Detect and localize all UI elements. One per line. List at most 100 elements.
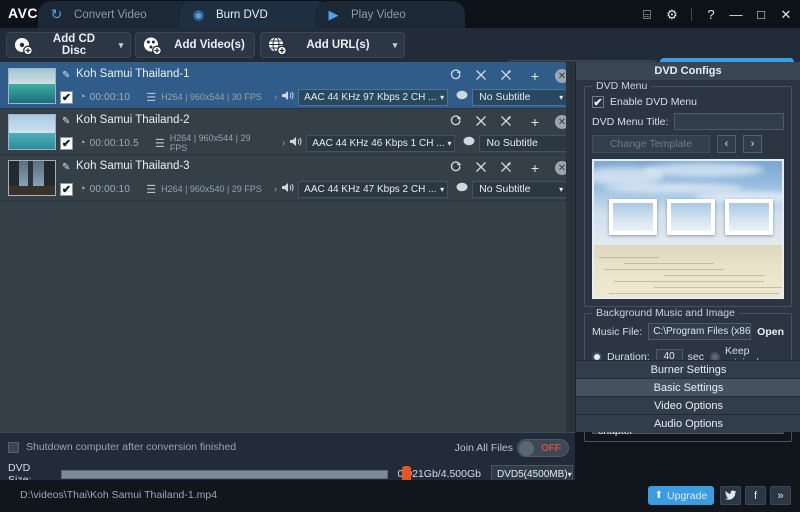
tab-label: Play Video <box>351 9 430 21</box>
cut-icon[interactable] <box>475 69 488 84</box>
chevron-down-icon: ▾ <box>568 470 572 479</box>
clock-icon: ◔ <box>79 137 86 149</box>
add-row-icon[interactable]: + <box>531 68 539 84</box>
disc-type-value: DVD5(4500MB) <box>497 469 568 480</box>
video-info: H264 | 960x544 | 29 FPS <box>170 133 270 153</box>
audio-track-select[interactable]: AAC 44 KHz 97 Kbps 2 CH ... ▾ <box>298 89 448 106</box>
table-row[interactable]: ✎ Koh Samui Thailand-1 ✔ ◔ 00:00:10 ☰ H2… <box>0 63 575 109</box>
prev-template-icon[interactable]: ‹ <box>717 135 736 153</box>
file-list-scrollbar[interactable] <box>566 62 575 432</box>
row-checkbox[interactable]: ✔ <box>60 183 73 196</box>
effects-icon[interactable] <box>500 115 513 130</box>
tab-burn-dvd[interactable]: ◉ Burn DVD <box>180 1 330 28</box>
film-icon: ☰ <box>146 91 156 104</box>
settings-accordion: Burner Settings Basic Settings Video Opt… <box>576 360 800 432</box>
row-meta: ✔ ◔ 00:00:10.5 ☰ H264 | 960x544 | 29 FPS… <box>60 134 575 152</box>
disc-icon: ◉ <box>190 6 207 23</box>
more-icon[interactable]: » <box>770 486 791 505</box>
file-name: Koh Samui Thailand-3 <box>76 160 190 172</box>
current-file-path: D:\videos\Thai\Koh Samui Thailand-1.mp4 <box>20 489 217 501</box>
notes-icon[interactable]: ⌸ <box>639 6 655 22</box>
next-template-icon[interactable]: › <box>743 135 762 153</box>
video-thumbnail <box>8 68 56 104</box>
menu-thumb-frame[interactable] <box>667 199 715 235</box>
music-file-input[interactable]: C:\Program Files (x86)\V <box>648 323 751 340</box>
dvd-menu-preview[interactable] <box>592 159 784 299</box>
add-cd-disc-label: Add CD Disc <box>40 33 112 57</box>
dvd-menu-title-input[interactable] <box>674 113 784 130</box>
dvd-size-slider[interactable] <box>61 470 388 479</box>
edit-pencil-icon[interactable]: ✎ <box>62 116 70 127</box>
table-row[interactable]: ✎ Koh Samui Thailand-2 ✔ ◔ 00:00:10.5 ☰ … <box>0 109 575 155</box>
audio-track-select[interactable]: AAC 44 KHz 47 Kbps 2 CH ... ▾ <box>298 181 448 198</box>
rotate-icon[interactable] <box>450 161 463 176</box>
tab-label: Burn DVD <box>216 9 292 21</box>
menu-thumb-frame[interactable] <box>609 199 657 235</box>
main-toolbar: Add CD Disc ▾ Add Video(s) Add URL(s) ▾ … <box>0 28 800 62</box>
accordion-basic-settings[interactable]: Basic Settings <box>576 378 800 396</box>
row-tools: + ✕ <box>450 68 569 84</box>
change-template-button[interactable]: Change Template <box>592 135 710 153</box>
maximize-icon[interactable]: □ <box>753 6 769 22</box>
accordion-video-options[interactable]: Video Options <box>576 396 800 414</box>
add-cd-disc-button[interactable]: Add CD Disc ▾ <box>6 32 131 58</box>
help-icon[interactable]: ? <box>703 6 719 22</box>
effects-icon[interactable] <box>500 69 513 84</box>
tab-play-video[interactable]: ▶ Play Video <box>315 1 465 28</box>
panel-title: DVD Configs <box>576 62 800 80</box>
rotate-icon[interactable] <box>450 69 463 84</box>
add-videos-button[interactable]: Add Video(s) <box>135 32 255 58</box>
accordion-audio-options[interactable]: Audio Options <box>576 414 800 432</box>
rotate-icon[interactable] <box>450 115 463 130</box>
effects-icon[interactable] <box>500 161 513 176</box>
enable-dvd-menu-checkbox[interactable]: ✔ <box>592 96 604 108</box>
accordion-burner-settings[interactable]: Burner Settings <box>576 360 800 378</box>
subtitle-select[interactable]: No Subtitle ▾ <box>472 181 568 198</box>
join-all-files-toggle[interactable]: OFF <box>517 439 569 457</box>
twitter-icon[interactable] <box>720 486 741 505</box>
shutdown-checkbox[interactable] <box>8 442 19 453</box>
close-icon[interactable]: ✕ <box>778 6 794 22</box>
subtitle-select[interactable]: No Subtitle ▾ <box>472 89 568 106</box>
dvd-menu-group: DVD Menu ✔ Enable DVD Menu DVD Menu Titl… <box>584 86 792 307</box>
row-checkbox[interactable]: ✔ <box>60 137 73 150</box>
cd-plus-icon <box>12 34 34 56</box>
subtitle-select[interactable]: No Subtitle ▾ <box>479 135 575 152</box>
duration-value: 00:00:10.5 <box>90 138 139 149</box>
edit-pencil-icon[interactable]: ✎ <box>62 70 70 81</box>
cut-icon[interactable] <box>475 115 488 130</box>
audio-track-select[interactable]: AAC 44 KHz 46 Kbps 1 CH ... ▾ <box>306 135 455 152</box>
join-all-files-label: Join All Files <box>455 442 513 454</box>
table-row[interactable]: ✎ Koh Samui Thailand-3 ✔ ◔ 00:00:10 ☰ H2… <box>0 155 575 201</box>
edit-pencil-icon[interactable]: ✎ <box>62 162 70 173</box>
film-icon: ☰ <box>146 183 156 196</box>
toggle-knob <box>519 441 534 456</box>
row-meta: ✔ ◔ 00:00:10 ☰ H264 | 960x540 | 29 FPS ›… <box>60 180 568 198</box>
play-icon: ▶ <box>325 6 342 23</box>
add-videos-label: Add Video(s) <box>169 39 254 51</box>
expand-icon[interactable]: › <box>274 184 277 195</box>
chevron-down-icon[interactable]: ▾ <box>386 40 404 51</box>
chevron-down-icon: ▾ <box>559 185 563 194</box>
dvd-menu-title-label: DVD Menu Title: <box>592 116 668 128</box>
chevron-down-icon[interactable]: ▾ <box>112 40 130 51</box>
row-meta: ✔ ◔ 00:00:10 ☰ H264 | 960x544 | 30 FPS ›… <box>60 88 568 106</box>
expand-icon[interactable]: › <box>274 92 277 103</box>
gear-icon[interactable]: ⚙ <box>664 6 680 22</box>
row-checkbox[interactable]: ✔ <box>60 91 73 104</box>
menu-thumb-frame[interactable] <box>725 199 773 235</box>
minimize-icon[interactable]: — <box>728 6 744 22</box>
music-open-button[interactable]: Open <box>757 326 784 338</box>
shutdown-row[interactable]: Shutdown computer after conversion finis… <box>8 441 236 453</box>
add-urls-button[interactable]: Add URL(s) ▾ <box>260 32 405 58</box>
speaker-icon <box>290 136 302 150</box>
add-row-icon[interactable]: + <box>531 114 539 130</box>
enable-dvd-menu-row[interactable]: ✔ Enable DVD Menu <box>592 96 784 108</box>
upgrade-button[interactable]: ⬆ Upgrade <box>648 486 714 505</box>
cut-icon[interactable] <box>475 161 488 176</box>
dvd-menu-title-row: DVD Menu Title: <box>592 113 784 130</box>
add-row-icon[interactable]: + <box>531 160 539 176</box>
facebook-icon[interactable]: f <box>745 486 766 505</box>
expand-icon[interactable]: › <box>282 138 285 149</box>
file-list[interactable]: ✎ Koh Samui Thailand-1 ✔ ◔ 00:00:10 ☰ H2… <box>0 62 575 432</box>
